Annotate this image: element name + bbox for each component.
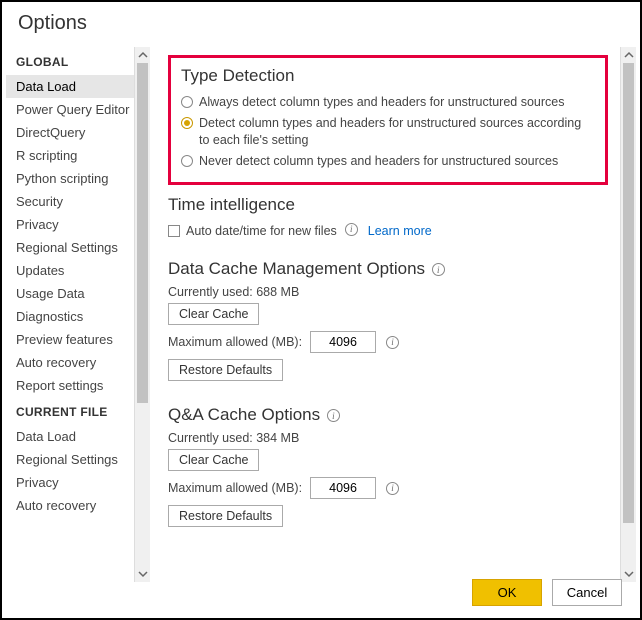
sidebar-item-preview-features[interactable]: Preview features bbox=[6, 328, 150, 351]
chevron-up-icon[interactable] bbox=[135, 47, 151, 63]
sidebar-item-cf-regional-settings[interactable]: Regional Settings bbox=[6, 448, 150, 471]
data-cache-section: Data Cache Management Options Currently … bbox=[168, 259, 608, 387]
qa-cache-title: Q&A Cache Options bbox=[168, 405, 608, 425]
qa-cache-section: Q&A Cache Options Currently used: 384 MB… bbox=[168, 405, 608, 533]
sidebar-item-r-scripting[interactable]: R scripting bbox=[6, 144, 150, 167]
restore-qa-cache-defaults-button[interactable]: Restore Defaults bbox=[168, 505, 283, 527]
sidebar-item-cf-privacy[interactable]: Privacy bbox=[6, 471, 150, 494]
info-icon[interactable] bbox=[432, 263, 445, 276]
sidebar-item-global-data-load[interactable]: Data Load bbox=[6, 75, 150, 98]
radio-icon bbox=[181, 117, 193, 129]
clear-qa-cache-button[interactable]: Clear Cache bbox=[168, 449, 259, 471]
section-header-current-file: CURRENT FILE bbox=[6, 397, 150, 425]
qa-cache-max-input[interactable] bbox=[310, 477, 376, 499]
qa-cache-max-label: Maximum allowed (MB): bbox=[168, 481, 302, 495]
restore-data-cache-defaults-button[interactable]: Restore Defaults bbox=[168, 359, 283, 381]
auto-date-time-label: Auto date/time for new files bbox=[186, 223, 337, 240]
content-scrollbar[interactable] bbox=[620, 47, 636, 582]
sidebar-item-usage-data[interactable]: Usage Data bbox=[6, 282, 150, 305]
radio-label: Always detect column types and headers f… bbox=[199, 94, 564, 111]
info-icon[interactable] bbox=[345, 223, 358, 236]
options-content: Type Detection Always detect column type… bbox=[150, 47, 640, 582]
clear-data-cache-button[interactable]: Clear Cache bbox=[168, 303, 259, 325]
chevron-up-icon[interactable] bbox=[621, 47, 637, 63]
data-cache-max-input[interactable] bbox=[310, 331, 376, 353]
chevron-down-icon[interactable] bbox=[135, 566, 151, 582]
scroll-thumb[interactable] bbox=[623, 63, 634, 523]
window-title: Options bbox=[2, 2, 640, 47]
radio-icon bbox=[181, 96, 193, 108]
sidebar-item-diagnostics[interactable]: Diagnostics bbox=[6, 305, 150, 328]
radio-label: Never detect column types and headers fo… bbox=[199, 153, 558, 170]
info-icon[interactable] bbox=[327, 409, 340, 422]
radio-option-detect-per-file[interactable]: Detect column types and headers for unst… bbox=[181, 113, 595, 151]
sidebar-item-python-scripting[interactable]: Python scripting bbox=[6, 167, 150, 190]
type-detection-title: Type Detection bbox=[181, 66, 595, 86]
sidebar-item-auto-recovery[interactable]: Auto recovery bbox=[6, 351, 150, 374]
sidebar-item-power-query-editor[interactable]: Power Query Editor bbox=[6, 98, 150, 121]
qa-cache-used: Currently used: 384 MB bbox=[168, 431, 608, 445]
type-detection-section: Type Detection Always detect column type… bbox=[168, 55, 608, 185]
section-header-global: GLOBAL bbox=[6, 47, 150, 75]
sidebar-item-updates[interactable]: Updates bbox=[6, 259, 150, 282]
time-intelligence-section: Time intelligence Auto date/time for new… bbox=[168, 195, 608, 242]
sidebar-item-cf-auto-recovery[interactable]: Auto recovery bbox=[6, 494, 150, 517]
sidebar-item-regional-settings[interactable]: Regional Settings bbox=[6, 236, 150, 259]
sidebar-item-directquery[interactable]: DirectQuery bbox=[6, 121, 150, 144]
time-intelligence-title: Time intelligence bbox=[168, 195, 608, 215]
ok-button[interactable]: OK bbox=[472, 579, 542, 606]
info-icon[interactable] bbox=[386, 336, 399, 349]
scroll-thumb[interactable] bbox=[137, 63, 148, 403]
cancel-button[interactable]: Cancel bbox=[552, 579, 622, 606]
options-sidebar: GLOBAL Data Load Power Query Editor Dire… bbox=[2, 47, 150, 582]
data-cache-title: Data Cache Management Options bbox=[168, 259, 608, 279]
dialog-footer: OK Cancel bbox=[472, 579, 622, 606]
auto-date-time-checkbox[interactable] bbox=[168, 225, 180, 237]
info-icon[interactable] bbox=[386, 482, 399, 495]
chevron-down-icon[interactable] bbox=[621, 566, 637, 582]
data-cache-max-label: Maximum allowed (MB): bbox=[168, 335, 302, 349]
radio-option-never-detect[interactable]: Never detect column types and headers fo… bbox=[181, 151, 595, 172]
sidebar-scrollbar[interactable] bbox=[134, 47, 150, 582]
data-cache-used: Currently used: 688 MB bbox=[168, 285, 608, 299]
sidebar-item-cf-data-load[interactable]: Data Load bbox=[6, 425, 150, 448]
sidebar-item-privacy[interactable]: Privacy bbox=[6, 213, 150, 236]
radio-option-always-detect[interactable]: Always detect column types and headers f… bbox=[181, 92, 595, 113]
sidebar-item-security[interactable]: Security bbox=[6, 190, 150, 213]
sidebar-item-report-settings[interactable]: Report settings bbox=[6, 374, 150, 397]
learn-more-link[interactable]: Learn more bbox=[368, 223, 432, 240]
radio-icon bbox=[181, 155, 193, 167]
radio-label: Detect column types and headers for unst… bbox=[199, 115, 595, 149]
